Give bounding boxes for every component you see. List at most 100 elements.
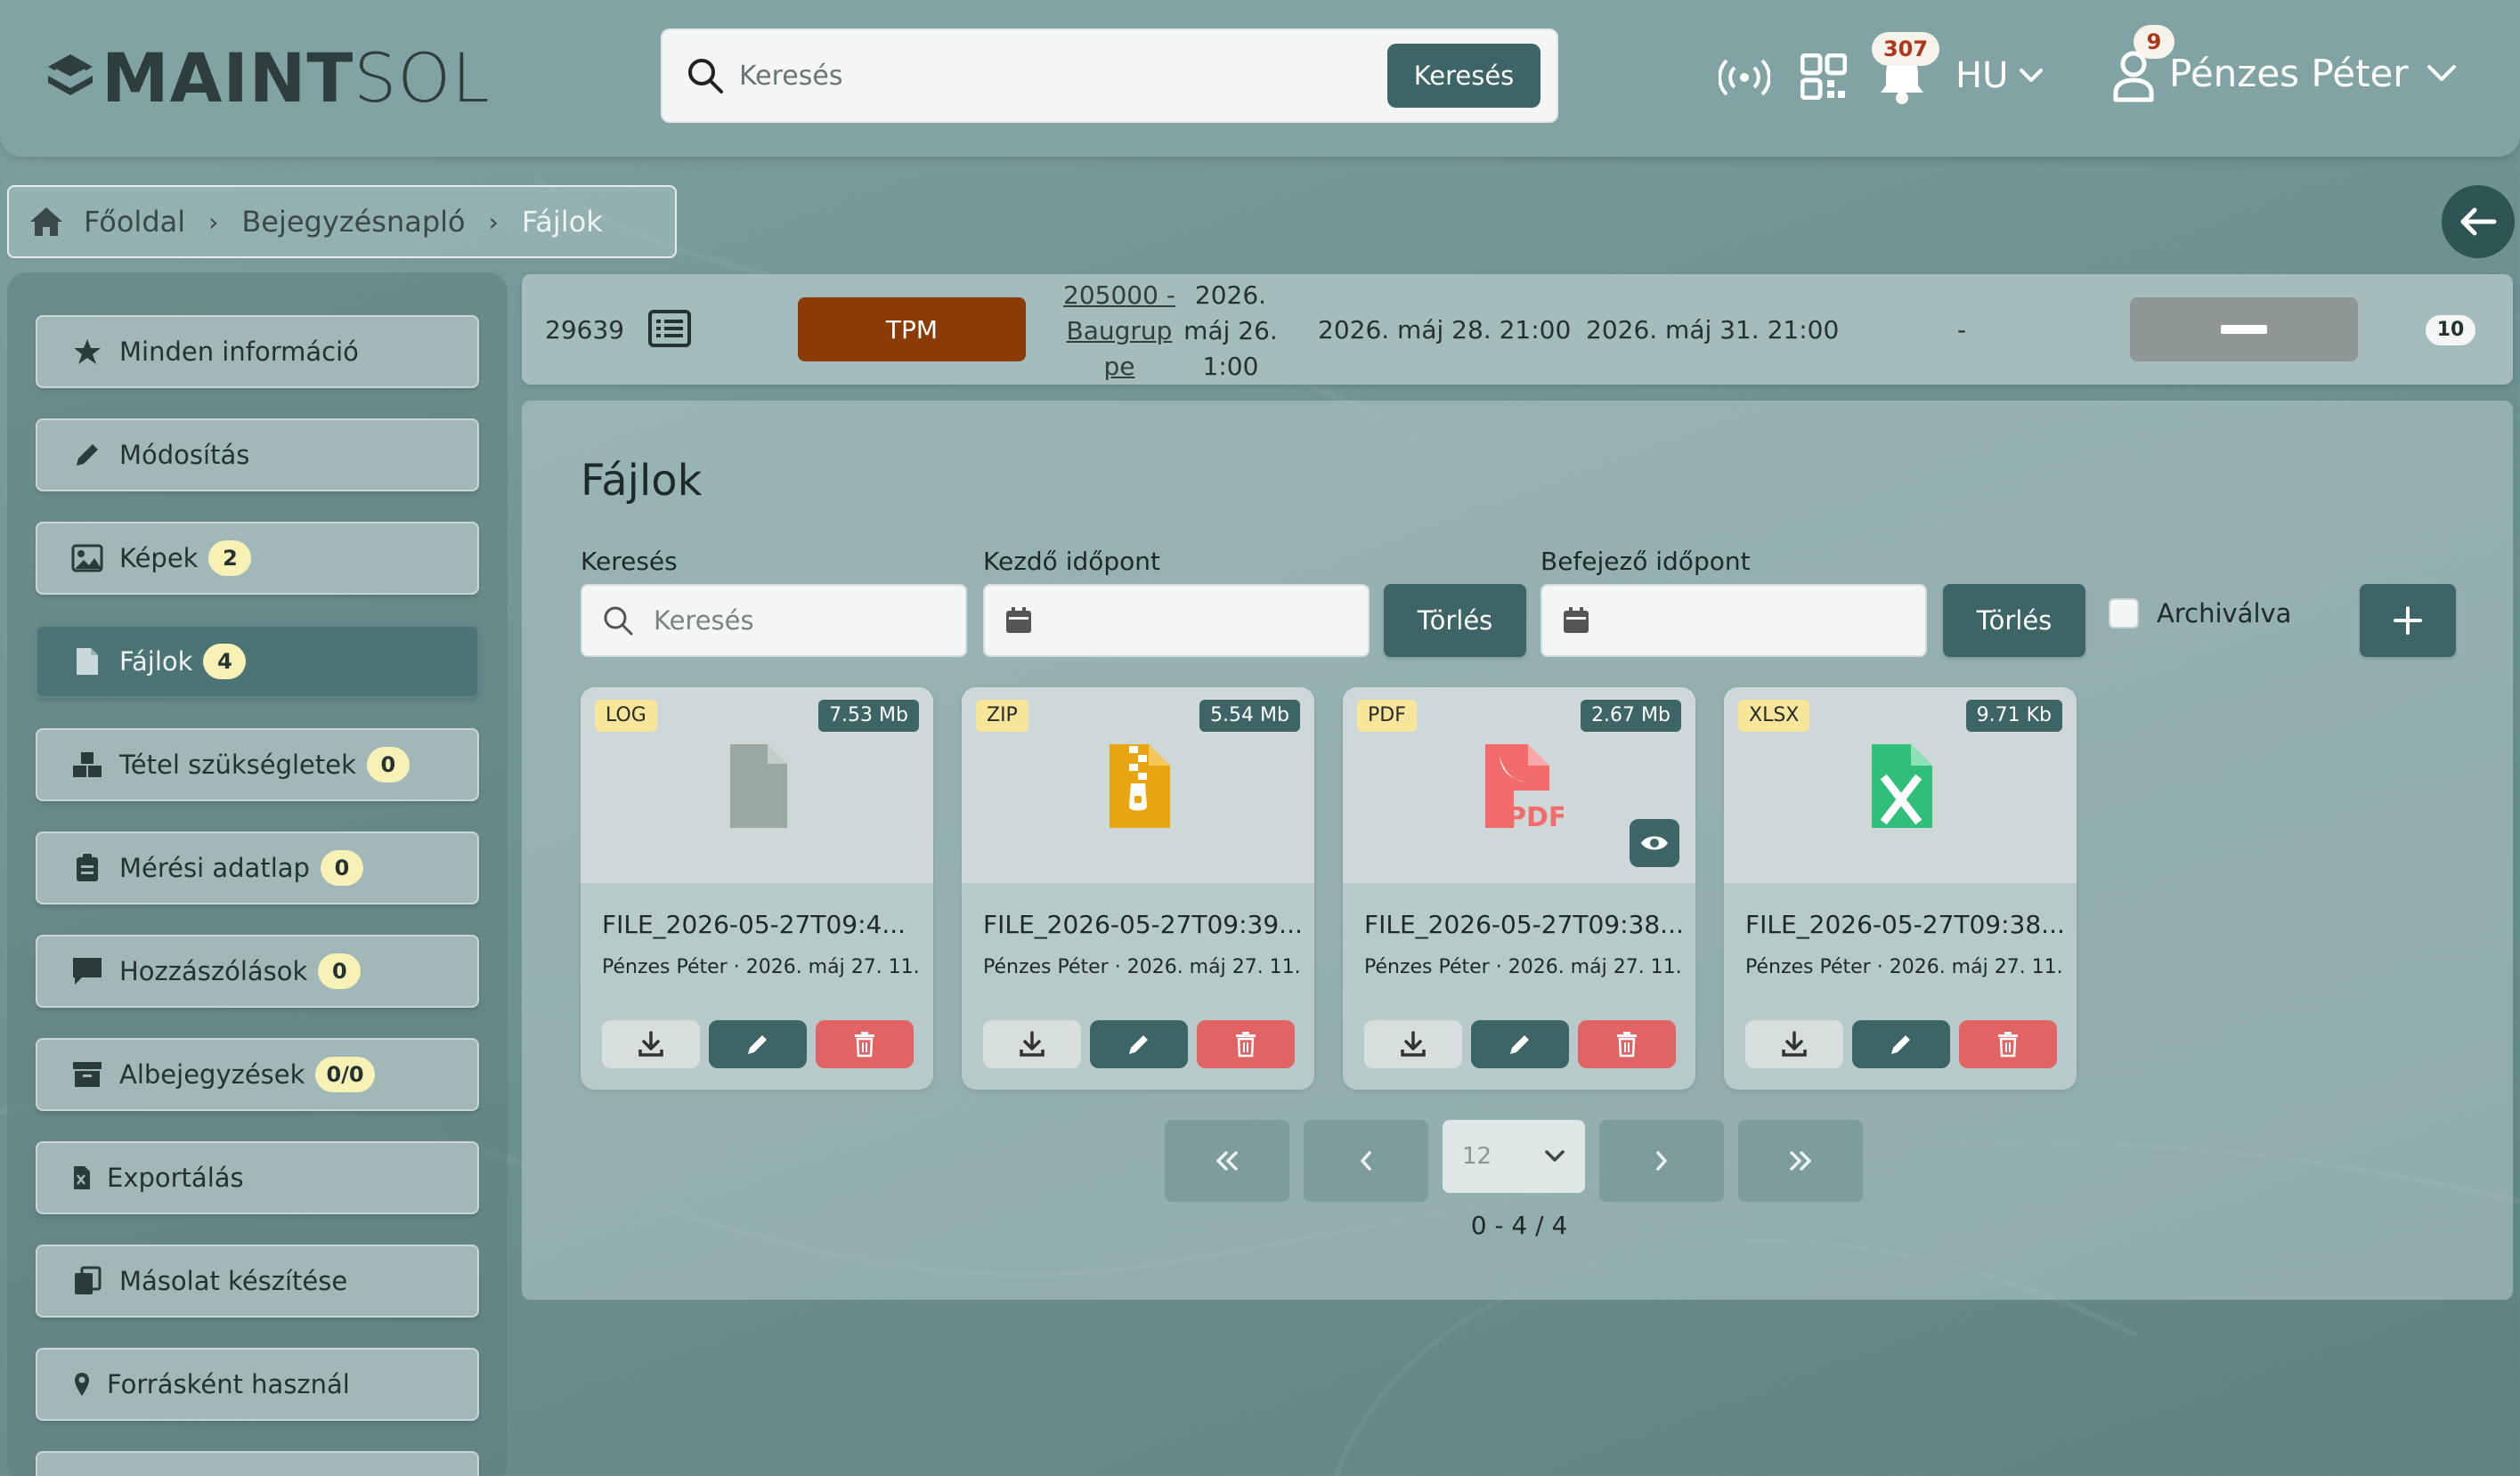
- logo-text: MAINTSOL: [102, 38, 491, 118]
- file-type-badge: XLSX: [1738, 700, 1810, 732]
- delete-button[interactable]: [1959, 1020, 2057, 1068]
- sidebar-item-label: Albejegyzések: [119, 1059, 305, 1090]
- edit-button[interactable]: [709, 1020, 807, 1068]
- sidebar-item-measurement-sheet[interactable]: Mérési adatlap 0: [36, 831, 479, 904]
- copy-icon: [71, 1265, 103, 1297]
- page-size-value: 12: [1462, 1143, 1492, 1170]
- sidebar-item-more[interactable]: [36, 1451, 479, 1476]
- file-card[interactable]: ZIP 5.54 Mb FILE_2026-05-27T09:39... Pén…: [962, 687, 1314, 1090]
- pdf-file-icon: PDF: [1485, 744, 1564, 833]
- sidebar-item-images[interactable]: Képek 2: [36, 522, 479, 595]
- chevron-left-icon: [1361, 1151, 1371, 1171]
- language-label: HU: [1955, 55, 2009, 96]
- edit-button[interactable]: [1090, 1020, 1188, 1068]
- double-chevron-right-icon: [1790, 1151, 1811, 1171]
- edit-button[interactable]: [1471, 1020, 1569, 1068]
- count-badge: 4: [203, 644, 247, 679]
- pencil-icon: [71, 439, 103, 471]
- calendar-icon: [1006, 607, 1031, 633]
- location-pin-icon: [71, 1368, 93, 1400]
- breadcrumb-log[interactable]: Bejegyzésnapló: [241, 205, 465, 239]
- pencil-icon: [1891, 1035, 1910, 1054]
- home-icon[interactable]: [28, 206, 64, 238]
- record-type-badge: TPM: [798, 297, 1026, 361]
- pagination-info: 0 - 4 / 4: [1470, 1211, 1568, 1240]
- breadcrumb-home[interactable]: Főoldal: [84, 205, 185, 239]
- end-time-field[interactable]: [1540, 584, 1927, 657]
- download-icon: [1782, 1031, 1807, 1057]
- sidebar-item-files[interactable]: Fájlok 4: [36, 625, 479, 698]
- sidebar-item-sub-entries[interactable]: Albejegyzések 0/0: [36, 1038, 479, 1111]
- generic-file-icon: [730, 744, 787, 828]
- empty-value: -: [1957, 314, 1967, 345]
- delete-button[interactable]: [816, 1020, 914, 1068]
- user-menu[interactable]: Pénzes Péter: [2169, 52, 2457, 95]
- asset-link[interactable]: 205000 - Baugruppe: [1060, 278, 1179, 385]
- download-button[interactable]: [602, 1020, 700, 1068]
- back-button[interactable]: [2442, 185, 2515, 258]
- file-card[interactable]: PDF 2.67 Mb PDF FILE_2026-05-27T09:38...…: [1343, 687, 1695, 1090]
- file-meta: Pénzes Péter · 2026. máj 27. 11...: [983, 956, 1300, 978]
- file-card[interactable]: XLSX 9.71 Kb FILE_2026-05-27T09:38... Pé…: [1724, 687, 2077, 1090]
- clear-start-button[interactable]: Törlés: [1384, 584, 1526, 657]
- calendar-icon: [1564, 607, 1589, 633]
- file-name: FILE_2026-05-27T09:38...: [1364, 910, 1681, 939]
- end-date: 2026. máj 31. 21:00: [1586, 314, 1840, 345]
- status-minus-button[interactable]: [2130, 297, 2358, 361]
- maintsol-logo[interactable]: MAINTSOL: [45, 43, 491, 114]
- file-meta: Pénzes Péter · 2026. máj 27. 11...: [1745, 956, 2062, 978]
- sidebar-item-edit[interactable]: Módosítás: [36, 418, 479, 491]
- delete-button[interactable]: [1578, 1020, 1676, 1068]
- count-badge: 0: [318, 953, 362, 989]
- download-button[interactable]: [1745, 1020, 1843, 1068]
- trash-icon: [1617, 1032, 1637, 1058]
- search-icon: [604, 606, 633, 636]
- sidebar-item-label: Képek: [119, 543, 199, 573]
- file-card[interactable]: LOG 7.53 Mb FILE_2026-05-27T09:4... Pénz…: [581, 687, 933, 1090]
- file-name: FILE_2026-05-27T09:39...: [983, 910, 1300, 939]
- download-button[interactable]: [983, 1020, 1081, 1068]
- archived-checkbox[interactable]: Archiválva: [2109, 598, 2291, 629]
- excel-icon: [71, 1162, 93, 1194]
- global-search: Keresés: [661, 28, 1558, 123]
- breadcrumb: Főoldal › Bejegyzésnapló › Fájlok: [7, 185, 677, 258]
- end-time-label: Befejező időpont: [1540, 547, 1751, 576]
- checkbox[interactable]: [2109, 598, 2139, 629]
- sidebar-item-all-info[interactable]: Minden információ: [36, 315, 479, 388]
- sidebar-item-comments[interactable]: Hozzászólások 0: [36, 935, 479, 1008]
- language-selector[interactable]: HU: [1955, 55, 2044, 96]
- download-button[interactable]: [1364, 1020, 1462, 1068]
- edit-button[interactable]: [1852, 1020, 1950, 1068]
- broadcast-icon[interactable]: [1719, 57, 1770, 98]
- previous-page-button[interactable]: [1304, 1120, 1428, 1202]
- sidebar-item-item-requirements[interactable]: Tétel szükségletek 0: [36, 728, 479, 801]
- logo-mark-icon: [48, 54, 93, 95]
- sidebar-item-export[interactable]: Exportálás: [36, 1141, 479, 1214]
- download-icon: [638, 1031, 663, 1057]
- files-panel: Fájlok Keresés Kezdő időpont Törlés Befe…: [522, 401, 2513, 1300]
- page-size-select[interactable]: 12: [1443, 1120, 1585, 1193]
- search-label: Keresés: [581, 547, 678, 576]
- global-search-input[interactable]: [739, 60, 1387, 92]
- add-file-button[interactable]: [2360, 584, 2456, 657]
- sidebar-item-label: Módosítás: [119, 440, 250, 470]
- file-name: FILE_2026-05-27T09:4...: [602, 910, 906, 939]
- next-page-button[interactable]: [1599, 1120, 1724, 1202]
- first-page-button[interactable]: [1165, 1120, 1289, 1202]
- sidebar: Minden információ Módosítás Képek 2 Fájl…: [7, 272, 508, 1476]
- preview-button[interactable]: [1630, 819, 1679, 867]
- file-type-badge: LOG: [595, 700, 657, 732]
- count-badge: 0/0: [315, 1057, 375, 1092]
- start-time-field[interactable]: [983, 584, 1370, 657]
- list-icon[interactable]: [648, 310, 691, 347]
- clear-end-button[interactable]: Törlés: [1943, 584, 2085, 657]
- file-search-input[interactable]: [654, 605, 965, 636]
- qr-code-icon[interactable]: [1801, 53, 1847, 100]
- last-page-button[interactable]: [1738, 1120, 1863, 1202]
- plus-icon: [2394, 606, 2422, 635]
- sidebar-item-use-as-source[interactable]: Forrásként használ: [36, 1348, 479, 1421]
- sidebar-item-make-copy[interactable]: Másolat készítése: [36, 1245, 479, 1318]
- global-search-button[interactable]: Keresés: [1387, 44, 1540, 108]
- trash-icon: [1998, 1032, 2018, 1058]
- delete-button[interactable]: [1197, 1020, 1295, 1068]
